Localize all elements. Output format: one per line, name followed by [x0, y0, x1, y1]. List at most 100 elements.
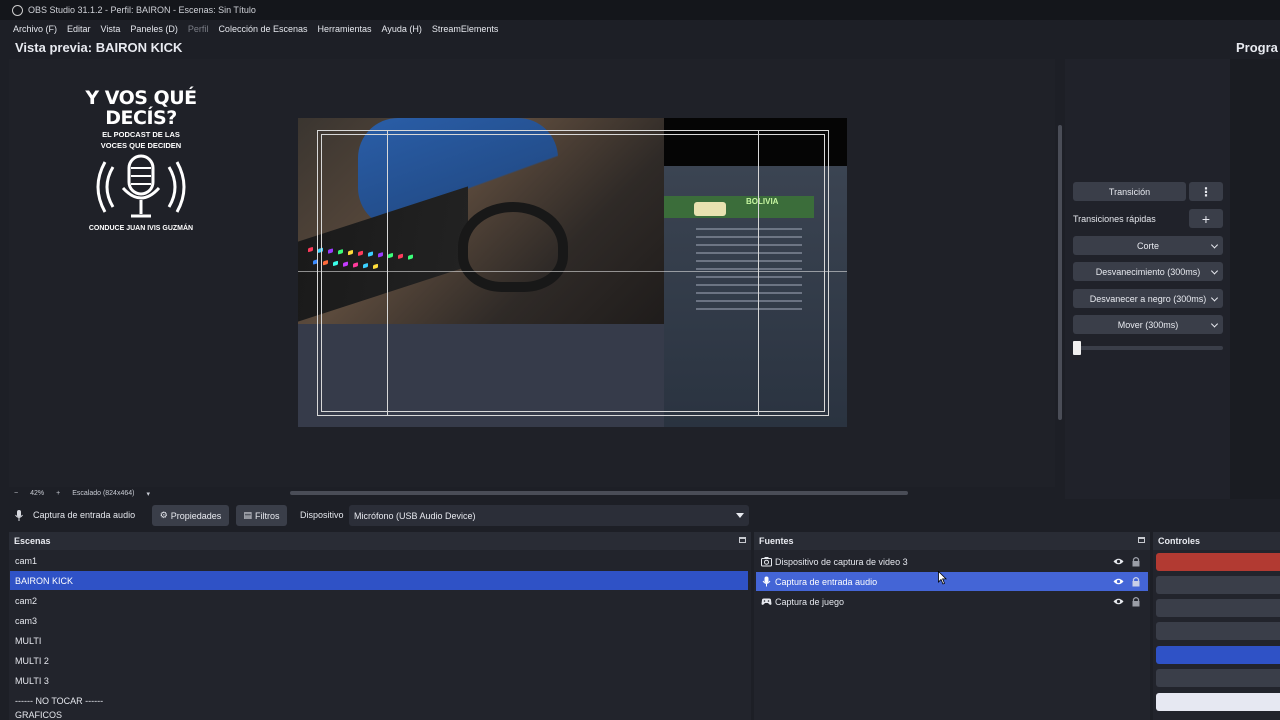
filter-icon: ▤ [243, 510, 252, 520]
transition-button[interactable]: Transición [1073, 182, 1186, 201]
settings-button[interactable] [1156, 646, 1280, 664]
undock-icon[interactable] [739, 537, 746, 543]
podcast-logo: Y VOS QUÉ DECÍS? EL PODCAST DE LAS VOCES… [80, 88, 202, 232]
scene-item[interactable]: cam2 [10, 591, 748, 610]
chevron-down-icon [1210, 266, 1219, 275]
source-name: Captura de juego [775, 596, 845, 607]
source-item[interactable]: Dispositivo de captura de video 3 [756, 552, 1148, 571]
scenes-header: Escenas [9, 532, 751, 550]
quick-transition-label: Mover (300ms) [1117, 319, 1179, 330]
add-quick-transition-icon[interactable]: + [1189, 209, 1223, 228]
menu-streamelements[interactable]: StreamElements [432, 24, 499, 34]
menu-perfil[interactable]: Perfil [188, 24, 209, 34]
logo-line-1: Y VOS QUÉ [85, 87, 197, 109]
device-select[interactable]: Micrófono (USB Audio Device) [349, 505, 749, 526]
lock-icon[interactable] [1131, 576, 1141, 587]
source-item[interactable]: Captura de juego [756, 592, 1148, 611]
quick-transition-label: Corte [1136, 240, 1159, 251]
preview-title: Vista previa: BAIRON KICK [15, 40, 183, 55]
menu-archivo[interactable]: Archivo (F) [13, 24, 57, 34]
program-panel [1230, 59, 1280, 499]
control-button[interactable] [1156, 693, 1280, 711]
device-label: Dispositivo [300, 510, 344, 520]
start-recording-button[interactable] [1156, 576, 1280, 594]
window-title: OBS Studio 31.1.2 - Perfil: BAIRON - Esc… [28, 5, 256, 15]
chevron-down-icon [1210, 319, 1219, 328]
logo-host: CONDUCE JUAN IVIS GUZMÁN [88, 225, 194, 232]
preview-vertical-scrollbar[interactable] [1058, 125, 1062, 420]
scene-item[interactable]: MULTI [10, 631, 748, 650]
menu-editar[interactable]: Editar [67, 24, 91, 34]
source-item-selected[interactable]: Captura de entrada audio [756, 572, 1148, 591]
safe-guide-left [387, 130, 388, 416]
quick-transition-fade-black[interactable]: Desvanecer a negro (300ms) [1073, 289, 1223, 308]
scene-item-selected[interactable]: BAIRON KICK [10, 571, 748, 590]
properties-label: Propiedades [170, 510, 222, 521]
device-value: Micrófono (USB Audio Device) [354, 510, 476, 521]
t-bar-track[interactable] [1073, 346, 1223, 350]
eye-icon[interactable] [1113, 556, 1124, 567]
filters-button[interactable]: ▤ Filtros [236, 505, 287, 526]
dropdown-arrow-icon [736, 513, 744, 518]
scene-item[interactable]: MULTI 3 [10, 671, 748, 690]
sources-title: Fuentes [759, 536, 794, 546]
microphone-icon [96, 154, 186, 218]
center-guide [298, 271, 847, 272]
scene-item[interactable]: cam3 [10, 611, 748, 630]
program-title: Progra [1236, 40, 1278, 55]
chevron-down-icon [1210, 240, 1219, 249]
zoom-out-button[interactable]: − [14, 490, 18, 497]
undock-icon[interactable] [1138, 537, 1145, 543]
virtual-camera-button[interactable] [1156, 599, 1280, 617]
lock-icon[interactable] [1131, 556, 1141, 567]
scale-mode: Escalado (824x464) [72, 490, 135, 497]
quick-transition-label: Desvanecer a negro (300ms) [1089, 293, 1207, 304]
menu-bar: Archivo (F) Editar Vista Paneles (D) Per… [0, 20, 1280, 38]
controls-title: Controles [1158, 536, 1201, 546]
scene-item[interactable]: MULTI 2 [10, 651, 748, 670]
logo-subtitle-2: VOCES QUE DECIDEN [100, 141, 182, 150]
safe-guide-right [758, 130, 759, 416]
preview-horizontal-scrollbar[interactable] [290, 491, 908, 495]
scale-dropdown-icon[interactable]: ▾ [146, 490, 150, 498]
menu-vista[interactable]: Vista [101, 24, 121, 34]
camera-icon [761, 557, 772, 567]
scene-item[interactable]: GRAFICOS [10, 710, 748, 720]
scene-canvas[interactable]: BOLIVIA [298, 118, 847, 427]
gamepad-icon [761, 598, 772, 605]
zoom-level: 42% [30, 490, 45, 497]
quick-transition-cut[interactable]: Corte [1073, 236, 1223, 255]
controls-header: Controles [1153, 532, 1280, 550]
exit-button[interactable] [1156, 669, 1280, 687]
zoom-in-button[interactable]: + [56, 490, 60, 497]
eye-icon[interactable] [1113, 576, 1124, 587]
menu-herramientas[interactable]: Herramientas [318, 24, 372, 34]
properties-button[interactable]: ⚙ Propiedades [152, 505, 229, 526]
menu-paneles[interactable]: Paneles (D) [130, 24, 178, 34]
scene-item[interactable]: ------ NO TOCAR ------ [10, 691, 748, 710]
logo-line-2: DECÍS? [105, 107, 177, 129]
obs-logo-icon [12, 4, 23, 16]
studio-mode-button[interactable] [1156, 622, 1280, 640]
lock-icon[interactable] [1131, 596, 1141, 607]
filters-label: Filtros [255, 510, 280, 521]
title-bar: OBS Studio 31.1.2 - Perfil: BAIRON - Esc… [0, 0, 1280, 20]
logo-subtitle-1: EL PODCAST DE LAS [102, 130, 180, 139]
quick-transition-fade[interactable]: Desvanecimiento (300ms) [1073, 262, 1223, 281]
selected-source-name: Captura de entrada audio [33, 510, 136, 520]
menu-ayuda[interactable]: Ayuda (H) [382, 24, 422, 34]
mouse-cursor-icon [938, 571, 947, 585]
transition-more-icon[interactable]: ⋮ [1189, 182, 1223, 201]
t-bar-handle[interactable] [1073, 341, 1081, 355]
stop-streaming-button[interactable] [1156, 553, 1280, 571]
menu-coleccion-escenas[interactable]: Colección de Escenas [218, 24, 307, 34]
chevron-down-icon [1210, 293, 1219, 302]
source-name: Dispositivo de captura de video 3 [775, 556, 908, 567]
selection-frame-inner[interactable] [321, 134, 825, 412]
source-name: Captura de entrada audio [775, 576, 878, 587]
eye-icon[interactable] [1113, 596, 1124, 607]
mic-icon [15, 510, 23, 521]
scene-item[interactable]: cam1 [10, 551, 748, 570]
quick-transition-move[interactable]: Mover (300ms) [1073, 315, 1223, 334]
quick-transitions-label: Transiciones rápidas [1073, 214, 1156, 224]
